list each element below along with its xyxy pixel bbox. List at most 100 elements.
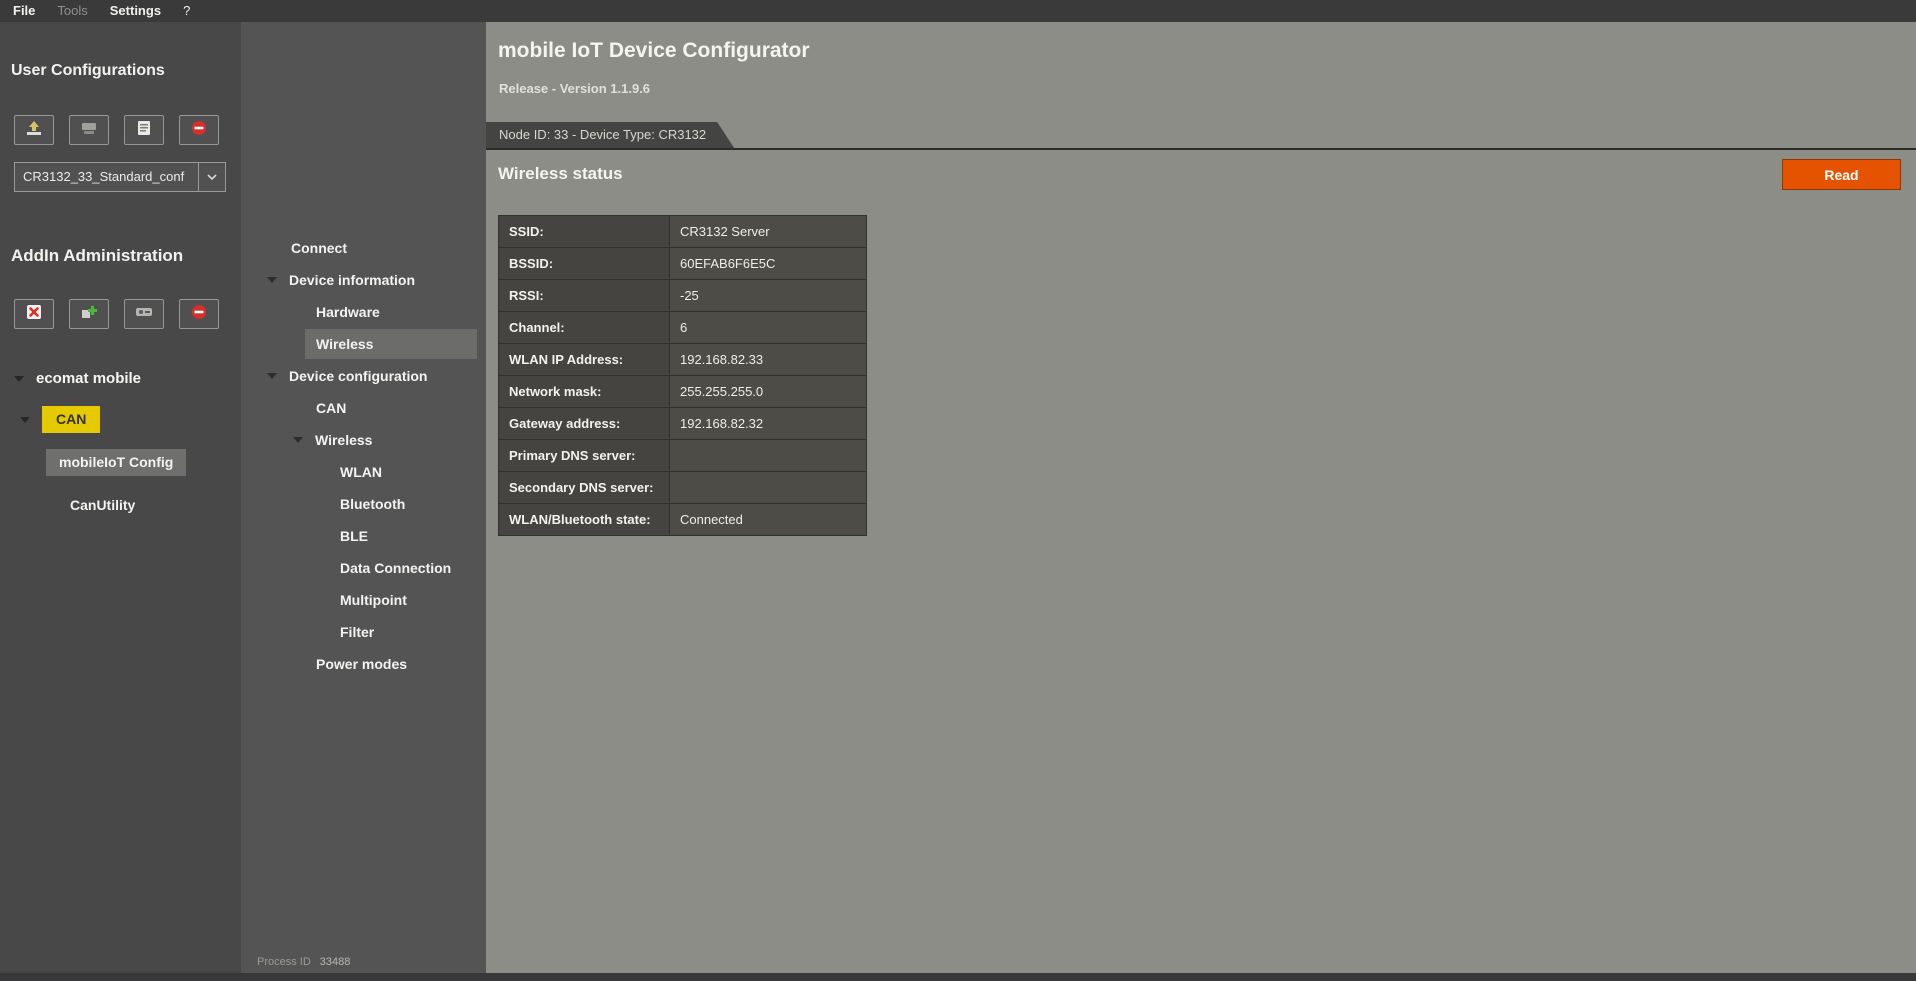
status-value xyxy=(670,472,866,503)
remove-config-icon xyxy=(191,120,207,141)
configuration-dropdown-value: CR3132_33_Standard_conf xyxy=(15,163,198,191)
nav-item-device-configuration[interactable]: Device configuration xyxy=(241,360,480,392)
menu-tools[interactable]: Tools xyxy=(46,0,98,22)
nav-item-label: Bluetooth xyxy=(340,496,405,512)
nav-item-label: Device information xyxy=(289,272,415,288)
nav-item-label: CAN xyxy=(316,400,346,416)
menu-settings[interactable]: Settings xyxy=(99,0,172,22)
status-value: 6 xyxy=(670,312,866,343)
wireless-status-table: SSID: CR3132 Server BSSID: 60EFAB6F6E5C … xyxy=(498,215,867,536)
status-value: Connected xyxy=(670,504,866,535)
clipboard-config-icon xyxy=(137,120,151,141)
chevron-expanded-icon[interactable] xyxy=(293,437,303,443)
status-value: 60EFAB6F6E5C xyxy=(670,248,866,279)
can-selected-chip[interactable]: CAN xyxy=(42,406,100,433)
nav-item-label: Data Connection xyxy=(340,560,451,576)
nav-item-label: Connect xyxy=(291,240,347,256)
nav-item-label: Wireless xyxy=(316,336,373,352)
status-label: SSID: xyxy=(499,216,669,247)
tree-item-can[interactable]: CAN xyxy=(20,406,100,433)
tree-expanded-icon[interactable] xyxy=(14,376,24,382)
process-id-label: Process ID xyxy=(257,956,311,968)
add-addin-icon xyxy=(81,304,98,325)
export-config-button[interactable] xyxy=(69,115,109,145)
device-nav-list: Connect Device information Hardware Wire… xyxy=(241,232,480,680)
chevron-down-icon[interactable] xyxy=(198,163,225,191)
nav-item-label: Wireless xyxy=(315,432,372,448)
nav-item-label: Hardware xyxy=(316,304,380,320)
read-button[interactable]: Read xyxy=(1782,159,1901,190)
remove-addin-button[interactable] xyxy=(179,299,219,329)
status-label: RSSI: xyxy=(499,280,669,311)
status-label: WLAN/Bluetooth state: xyxy=(499,504,669,535)
nav-item-power-modes[interactable]: Power modes xyxy=(241,648,480,680)
addin-administration-title: AddIn Administration xyxy=(11,246,183,266)
nav-item-multipoint[interactable]: Multipoint xyxy=(241,584,480,616)
add-addin-button[interactable] xyxy=(69,299,109,329)
wireless-status-title: Wireless status xyxy=(498,164,623,184)
tree-item-canutility[interactable]: CanUtility xyxy=(70,497,135,513)
tree-expanded-icon[interactable] xyxy=(20,417,30,423)
left-sidebar: User Configurations xyxy=(0,22,241,973)
status-label: Gateway address: xyxy=(499,408,669,439)
nav-item-ble[interactable]: BLE xyxy=(241,520,480,552)
nav-item-label: WLAN xyxy=(340,464,382,480)
export-config-icon xyxy=(80,121,98,140)
nav-item-hardware[interactable]: Hardware xyxy=(241,296,480,328)
tree-item-ecomat-mobile[interactable]: ecomat mobile xyxy=(14,370,141,387)
chevron-expanded-icon[interactable] xyxy=(267,373,277,379)
license-key-icon xyxy=(135,305,153,323)
nav-item-label: Device configuration xyxy=(289,368,427,384)
configuration-dropdown[interactable]: CR3132_33_Standard_conf xyxy=(14,162,226,192)
license-key-button[interactable] xyxy=(124,299,164,329)
menu-file[interactable]: File xyxy=(2,0,46,22)
status-value: 192.168.82.32 xyxy=(670,408,866,439)
remove-config-button[interactable] xyxy=(179,115,219,145)
tree-item-mobileiot-config[interactable]: mobileIoT Config xyxy=(46,449,186,476)
status-value: 255.255.255.0 xyxy=(670,376,866,407)
nav-item-label: Filter xyxy=(340,624,374,640)
nav-item-wlan[interactable]: WLAN xyxy=(241,456,480,488)
nav-item-can[interactable]: CAN xyxy=(241,392,480,424)
app-title: mobile IoT Device Configurator xyxy=(498,39,810,63)
status-label: Network mask: xyxy=(499,376,669,407)
nav-item-wireless-information[interactable]: Wireless xyxy=(241,328,480,360)
nav-item-connect[interactable]: Connect xyxy=(241,232,480,264)
nav-item-data-connection[interactable]: Data Connection xyxy=(241,552,480,584)
process-id-value: 33488 xyxy=(320,956,351,968)
import-config-button[interactable] xyxy=(14,115,54,145)
addin-toolbar xyxy=(14,299,219,329)
nav-selected-highlight: Wireless xyxy=(305,329,477,359)
device-tab[interactable]: Node ID: 33 - Device Type: CR3132 xyxy=(486,122,734,148)
nav-item-label: BLE xyxy=(340,528,368,544)
clipboard-config-button[interactable] xyxy=(124,115,164,145)
user-configurations-title: User Configurations xyxy=(11,62,165,80)
status-label: WLAN IP Address: xyxy=(499,344,669,375)
status-label: Secondary DNS server: xyxy=(499,472,669,503)
nav-item-filter[interactable]: Filter xyxy=(241,616,480,648)
menu-help[interactable]: ? xyxy=(172,0,201,22)
user-config-toolbar xyxy=(14,115,219,145)
status-label: Primary DNS server: xyxy=(499,440,669,471)
status-label: BSSID: xyxy=(499,248,669,279)
status-value xyxy=(670,440,866,471)
delete-addin-button[interactable] xyxy=(14,299,54,329)
status-value: -25 xyxy=(670,280,866,311)
main-content: mobile IoT Device Configurator Release -… xyxy=(486,22,1916,973)
remove-addin-icon xyxy=(191,304,207,325)
mobileiot-config-chip[interactable]: mobileIoT Config xyxy=(46,449,186,476)
status-label: Channel: xyxy=(499,312,669,343)
nav-item-device-information[interactable]: Device information xyxy=(241,264,480,296)
status-value: CR3132 Server xyxy=(670,216,866,247)
nav-item-wireless-configuration[interactable]: Wireless xyxy=(241,424,480,456)
delete-addin-icon xyxy=(26,304,42,325)
app-window: File Tools Settings ? User Configuration… xyxy=(0,0,1916,981)
chevron-expanded-icon[interactable] xyxy=(267,277,277,283)
nav-item-bluetooth[interactable]: Bluetooth xyxy=(241,488,480,520)
bottom-status-strip xyxy=(0,973,1916,981)
import-config-icon xyxy=(24,120,44,141)
nav-item-label: Multipoint xyxy=(340,592,407,608)
tree-item-label: ecomat mobile xyxy=(36,370,141,387)
menu-bar: File Tools Settings ? xyxy=(0,0,1916,22)
nav-item-label: Power modes xyxy=(316,656,407,672)
